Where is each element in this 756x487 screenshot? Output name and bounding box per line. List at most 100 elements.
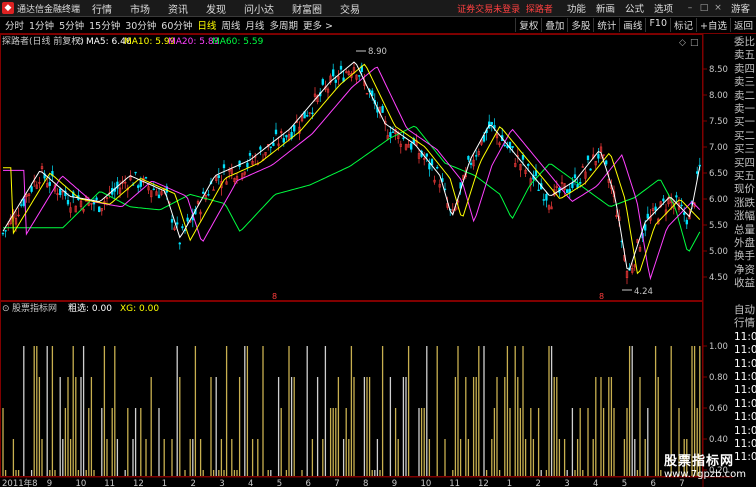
time-tick-label: 10: [76, 479, 87, 487]
quote-panel-row: 卖三: [734, 76, 755, 89]
guest-user[interactable]: 游客: [731, 1, 750, 15]
time-tick-label: 11: [449, 479, 460, 487]
time-tick-label: 6: [306, 479, 311, 487]
time-axis: 2011年8 9 10 11 12 1 2 3 4 5 6 7 8 9 10 11 12 1 2 3 4 5 6 7: [2, 478, 685, 487]
watermark-title: 股票指标网: [664, 454, 735, 469]
expand-icon[interactable]: □: [690, 38, 699, 48]
period-30min[interactable]: 30分钟: [125, 18, 156, 32]
indicator-tick-label: 0.60: [709, 404, 728, 414]
quote-panel-row: 11:07: [734, 371, 756, 383]
menu-market[interactable]: 市场: [130, 1, 150, 16]
menu-formula[interactable]: 公式: [625, 1, 644, 15]
indicator-value-2: XG: 0.00: [120, 304, 159, 314]
kline-chart[interactable]: 探路者(日线 前复权) ⊙ MA5: 6.46 MA10: 5.99 MA20:…: [0, 34, 733, 487]
period-intraday[interactable]: 分时: [5, 18, 24, 32]
draw-line-button[interactable]: 画线: [619, 18, 645, 32]
ma-toggle-icon[interactable]: ⊙: [76, 37, 84, 47]
indicator-tick-label: 0.40: [709, 435, 728, 445]
event-mark-1[interactable]: 8: [272, 292, 277, 301]
time-tick-label: 1: [507, 479, 512, 487]
low-marker: 4.24: [622, 287, 653, 297]
menu-quotes[interactable]: 行情: [92, 1, 112, 16]
trade-login-warning[interactable]: 证券交易未登录 探路者: [457, 2, 553, 15]
f10-button[interactable]: F10: [645, 18, 670, 32]
quote-panel-row: 委比: [734, 36, 755, 48]
back-button[interactable]: 返回: [729, 18, 756, 32]
quote-panel-row: 总量: [734, 223, 755, 236]
minimize-icon[interactable]: –: [683, 3, 697, 13]
price-tick-label: 4.50: [709, 273, 728, 283]
menu-wealth-circle[interactable]: 财富圈: [292, 1, 322, 16]
adjust-button[interactable]: 复权: [515, 18, 541, 32]
quote-panel-row: 11:07: [734, 384, 756, 397]
quote-panel-row: 涨幅: [734, 210, 755, 223]
overlay-button[interactable]: 叠加: [541, 18, 567, 32]
period-more[interactable]: 更多 >: [303, 18, 333, 32]
stock-title: 探路者(日线 前复权): [2, 35, 84, 47]
period-1min[interactable]: 1分钟: [29, 18, 54, 32]
quote-panel-row: 11:07: [734, 330, 756, 343]
time-tick-label: 1: [162, 479, 167, 487]
price-tick-label: 6.50: [709, 169, 728, 179]
indicator-settings-icon[interactable]: ⊙: [2, 304, 10, 314]
period-15min[interactable]: 15分钟: [89, 18, 120, 32]
menu-functions[interactable]: 功能: [567, 1, 586, 15]
indicator-tick-label: 1.00: [709, 342, 728, 352]
menu-trade[interactable]: 交易: [340, 1, 360, 16]
indicator-value-1: 粗选: 0.00: [68, 302, 112, 314]
quote-panel-row: 净资: [734, 263, 755, 276]
multi-stock-button[interactable]: 多股: [567, 18, 593, 32]
quote-panel-row: 收益: [734, 277, 755, 290]
menu-news[interactable]: 资讯: [168, 1, 188, 16]
period-multi[interactable]: 多周期: [269, 18, 298, 32]
add-watchlist-button[interactable]: +自选: [696, 18, 730, 32]
time-tick-label: 2011年8: [2, 478, 38, 487]
price-tick-label: 5.00: [709, 247, 728, 257]
time-tick-label: 9: [47, 479, 52, 487]
time-tick-label: 5: [277, 479, 282, 487]
time-tick-label: 9: [392, 479, 397, 487]
period-60min[interactable]: 60分钟: [161, 18, 192, 32]
ma10-line: [3, 63, 701, 275]
svg-text:4.24: 4.24: [634, 287, 653, 297]
menu-discover[interactable]: 发现: [206, 1, 226, 16]
menu-new-draw[interactable]: 新画: [596, 1, 615, 15]
quote-panel-row: 换手: [734, 250, 755, 263]
period-toolbar: 分时 1分钟 5分钟 15分钟 30分钟 60分钟 日线 周线 月线 多周期 更…: [0, 17, 756, 34]
quote-panel-row: 外盘: [734, 237, 755, 249]
quote-panel-row: 自动: [734, 304, 755, 316]
ma60-line: [3, 125, 701, 252]
app-title: 通达信金融终端: [17, 4, 81, 15]
period-daily[interactable]: 日线: [197, 18, 216, 32]
price-tick-label: 8.00: [709, 91, 728, 101]
close-icon[interactable]: ×: [711, 3, 725, 13]
time-tick-label: 3: [219, 479, 224, 487]
time-tick-label: 2: [536, 479, 541, 487]
statistics-button[interactable]: 统计: [593, 18, 619, 32]
quote-panel-row: 现价: [734, 183, 755, 196]
quote-panel-row: 买二: [734, 129, 755, 142]
quote-panel-row: 11:07: [734, 357, 756, 370]
time-tick-label: 10: [421, 479, 432, 487]
period-5min[interactable]: 5分钟: [59, 18, 84, 32]
quote-panel-row: 卖一: [734, 103, 755, 115]
main-chart-header: 探路者(日线 前复权) ⊙ MA5: 6.46 MA10: 5.99 MA20:…: [2, 35, 699, 48]
ma20-line: [3, 66, 701, 281]
period-weekly[interactable]: 周线: [221, 18, 240, 32]
menu-assistant[interactable]: 问小达: [244, 1, 274, 16]
price-tick-label: 8.50: [709, 65, 728, 75]
time-tick-label: 12: [133, 479, 144, 487]
period-monthly[interactable]: 月线: [245, 18, 264, 32]
quote-panel-row: 卖二: [734, 89, 755, 102]
indicator-header: ⊙ 股票指标网 粗选: 0.00 XG: 0.00: [2, 302, 159, 314]
event-mark-2[interactable]: 8: [599, 292, 604, 301]
time-tick-label: 3: [564, 479, 569, 487]
mark-button[interactable]: 标记: [670, 18, 696, 32]
high-marker: 8.90: [356, 47, 387, 57]
time-tick-label: 6: [651, 479, 656, 487]
settings-icon[interactable]: ◇: [679, 38, 686, 48]
app-logo-icon: ◆: [2, 2, 14, 14]
quote-panel-row: 买四: [734, 156, 755, 169]
maximize-icon[interactable]: □: [697, 3, 711, 13]
menu-options[interactable]: 选项: [654, 1, 673, 15]
